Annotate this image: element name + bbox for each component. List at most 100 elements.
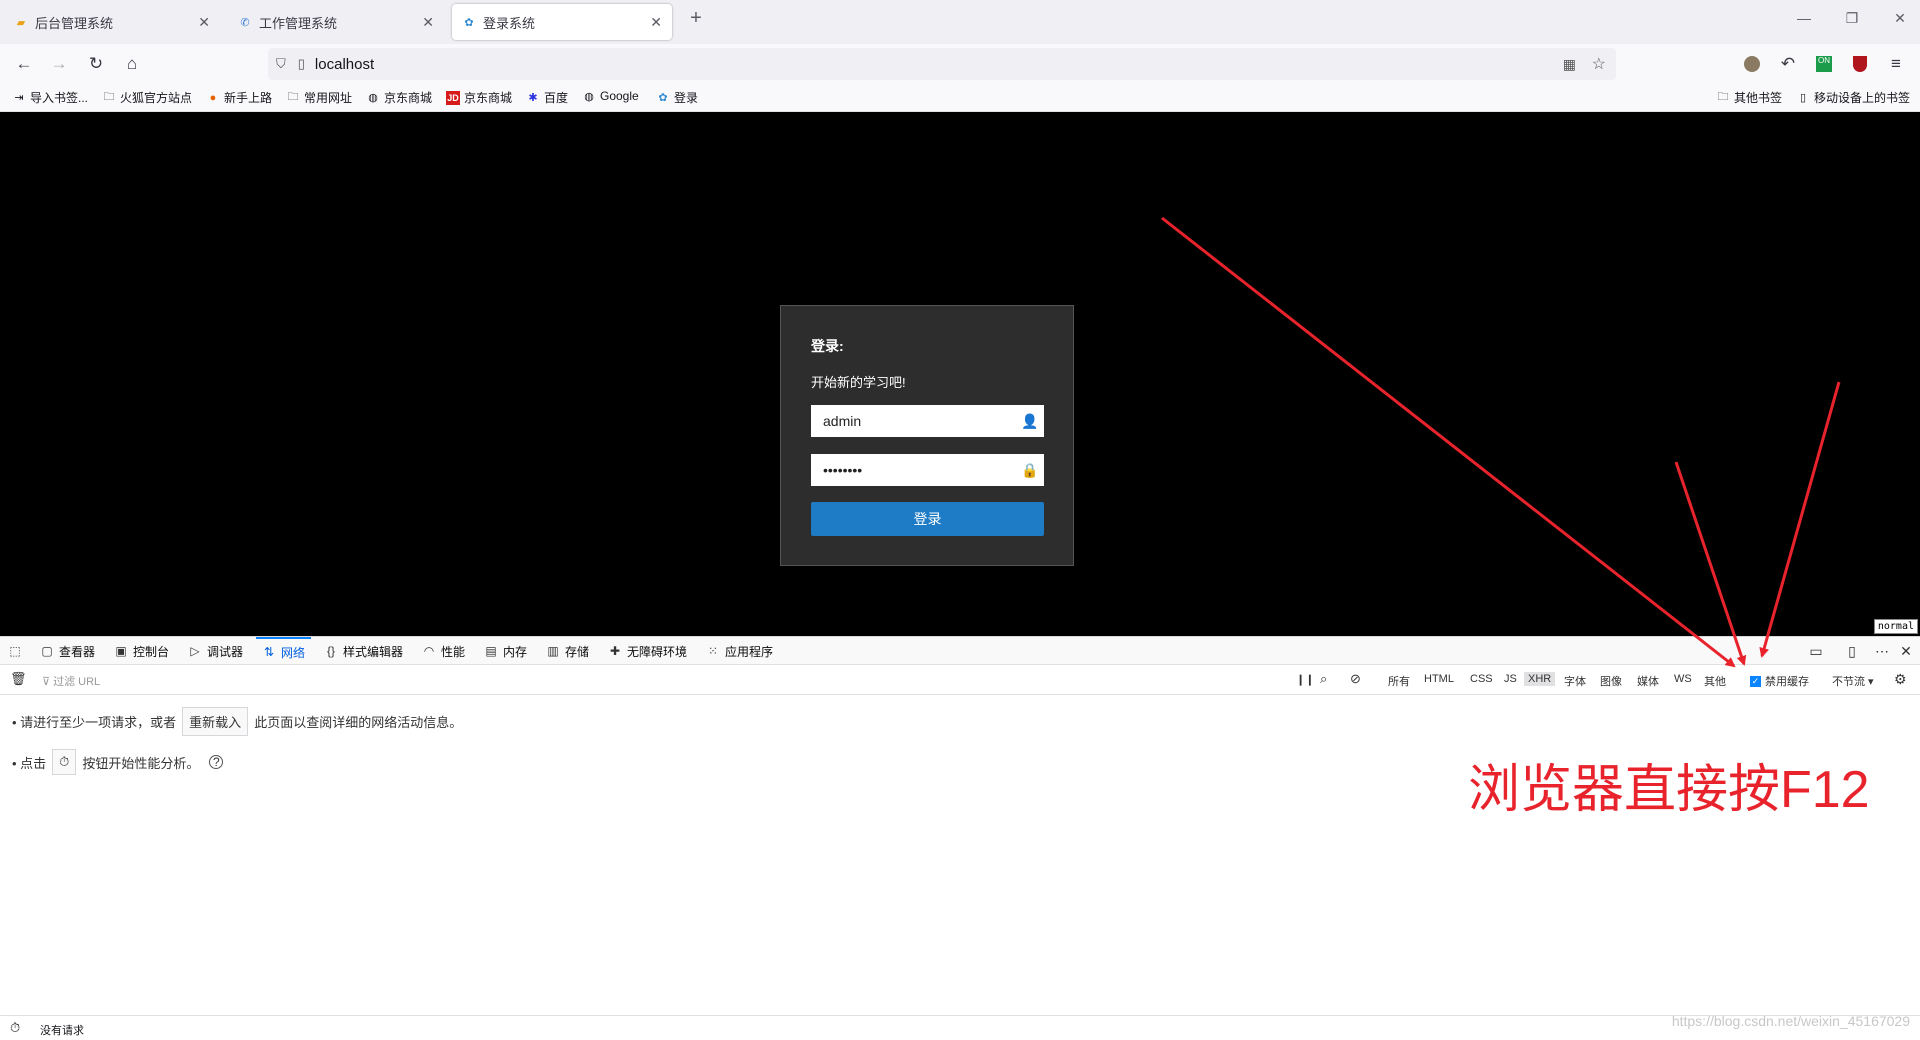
undo-icon[interactable]: ↶ xyxy=(1776,52,1800,76)
avatar[interactable] xyxy=(1740,52,1764,76)
pause-icon[interactable]: ❙❙ xyxy=(1296,673,1314,686)
ublock-icon[interactable] xyxy=(1848,52,1872,76)
jd-icon: JD xyxy=(446,90,460,105)
block-icon[interactable]: ⊘ xyxy=(1350,671,1361,687)
username-value[interactable]: admin xyxy=(823,413,1016,429)
tab-application[interactable]: ⁙ 应用程序 xyxy=(706,637,773,665)
lotus-icon: ✿ xyxy=(464,16,474,29)
login-subtitle: 开始新的学习吧! xyxy=(811,375,906,390)
filter-media[interactable]: 媒体 xyxy=(1637,673,1659,689)
tab-style-editor[interactable]: {} 样式编辑器 xyxy=(324,637,403,665)
devtools-toolbar: ⬚ ▢ 查看器 ▣ 控制台 ▷ 调试器 ⇅ 网络 {} 样式编辑器 ◠ 性能 ▤ 内存 ▥ 存储… xyxy=(0,636,1920,665)
tab-console[interactable]: ▣ 控制台 xyxy=(114,637,169,665)
bookmark-item[interactable]: ⇥ 导入书签... xyxy=(12,89,88,106)
filter-css[interactable]: CSS xyxy=(1470,673,1493,685)
stopwatch-icon[interactable]: ⏱ xyxy=(10,1020,20,1036)
bookmark-item[interactable]: 🗀 其他书签 xyxy=(1716,89,1783,106)
filter-js[interactable]: JS xyxy=(1504,673,1517,685)
dock-layout-icon[interactable]: ▭ xyxy=(1806,643,1826,660)
username-input[interactable]: admin 👤 xyxy=(811,405,1044,437)
back-button[interactable]: ← xyxy=(12,52,36,76)
help-icon[interactable]: ? xyxy=(209,755,224,769)
filter-icon: ⊽ xyxy=(42,676,54,688)
navigation-bar: ← → ↻ ⌂ ⛉ ▯ localhost ▦ ☆ ↶ ON ≡ xyxy=(0,44,1920,84)
password-input[interactable]: •••••••• 🔒 xyxy=(811,454,1044,486)
window-close-button[interactable]: ✕ xyxy=(1886,10,1914,27)
phone-icon: ✆ xyxy=(240,16,250,29)
annotation-text: 浏览器直接按F12 xyxy=(1468,761,1870,819)
close-icon[interactable]: ✕ xyxy=(422,14,434,31)
tab-label: 应用程序 xyxy=(725,644,774,659)
pick-element-button[interactable]: ⬚ xyxy=(8,637,27,665)
bookmark-item[interactable]: ◍ Google xyxy=(582,89,639,103)
url-bar[interactable]: ⛉ ▯ localhost ▦ ☆ xyxy=(268,48,1616,80)
browser-tab-2[interactable]: ✆ 工作管理系统 ✕ xyxy=(228,4,444,40)
tab-label: 查看器 xyxy=(59,644,96,659)
start-profiling-button[interactable]: ⏱ xyxy=(52,749,77,775)
close-devtools-icon[interactable]: ✕ xyxy=(1896,643,1916,660)
bookmark-item[interactable]: ✱ 百度 xyxy=(526,89,568,106)
url-text[interactable]: localhost xyxy=(315,56,374,73)
accessibility-icon: ✚ xyxy=(609,644,621,658)
close-icon[interactable]: ✕ xyxy=(198,14,210,31)
inspector-icon: ▢ xyxy=(41,644,53,658)
tab-bar: ▰ 后台管理系统 ✕ ✆ 工作管理系统 ✕ ✿ 登录系统 ✕ + — ❐ ✕ xyxy=(0,0,1920,44)
filter-all[interactable]: 所有 xyxy=(1388,673,1410,689)
tab-accessibility[interactable]: ✚ 无障碍环境 xyxy=(608,637,687,665)
bookmarks-toolbar: ⇥ 导入书签... 🗀 火狐官方站点 ● 新手上路 🗀 常用网址 ◍ 京东商城 JD 京东商… xyxy=(0,84,1920,112)
reload-page-button[interactable]: 重新载入 xyxy=(182,707,249,736)
filter-xhr[interactable]: XHR xyxy=(1524,672,1556,686)
new-tab-button[interactable]: + xyxy=(682,7,710,30)
gear-icon[interactable]: ⚙ xyxy=(1894,671,1907,688)
forward-button[interactable]: → xyxy=(47,52,71,76)
star-icon[interactable]: ☆ xyxy=(1592,54,1606,74)
throttle-select[interactable]: 不节流 ▾ xyxy=(1832,673,1874,689)
mode-tag: normal xyxy=(1873,619,1918,634)
bookmark-label: 导入书签... xyxy=(30,91,89,105)
tab-storage[interactable]: ▥ 存储 xyxy=(546,637,589,665)
password-value[interactable]: •••••••• xyxy=(823,462,1016,478)
bookmark-item[interactable]: ● 新手上路 xyxy=(206,89,272,106)
bookmark-item[interactable]: 🗀 常用网址 xyxy=(286,89,353,106)
tab-title: 工作管理系统 xyxy=(259,15,338,31)
browser-tab-1[interactable]: ▰ 后台管理系统 ✕ xyxy=(4,4,220,40)
mobile-icon: ▯ xyxy=(1799,92,1807,104)
network-icon: ⇅ xyxy=(263,645,275,659)
filter-fonts[interactable]: 字体 xyxy=(1564,673,1586,689)
tab-memory[interactable]: ▤ 内存 xyxy=(484,637,527,665)
qr-code-icon[interactable]: ▦ xyxy=(1563,56,1576,73)
disable-cache-checkbox[interactable]: ✓ 禁用缓存 xyxy=(1750,673,1809,689)
tab-network[interactable]: ⇅ 网络 xyxy=(256,637,312,665)
browser-tab-3[interactable]: ✿ 登录系统 ✕ xyxy=(452,4,672,40)
empty-message-2: • 点击 ⏱ 按钮开始性能分析。 ? xyxy=(12,749,224,775)
storage-icon: ▥ xyxy=(547,644,559,658)
pick-element-icon: ⬚ xyxy=(9,644,21,658)
close-icon[interactable]: ✕ xyxy=(650,14,662,31)
filter-images[interactable]: 图像 xyxy=(1600,673,1622,689)
minimize-button[interactable]: — xyxy=(1790,10,1818,26)
extension-on-icon[interactable]: ON xyxy=(1812,52,1836,76)
bookmark-item[interactable]: ✿ 登录 xyxy=(656,89,698,106)
filter-html[interactable]: HTML xyxy=(1424,673,1454,685)
bookmark-item[interactable]: ◍ 京东商城 xyxy=(366,89,432,106)
bookmark-item[interactable]: JD 京东商城 xyxy=(446,89,512,106)
reload-button[interactable]: ↻ xyxy=(84,52,108,76)
search-icon[interactable]: ⌕ xyxy=(1320,671,1327,687)
responsive-mode-icon[interactable]: ▯ xyxy=(1842,643,1862,660)
filter-other[interactable]: 其他 xyxy=(1704,673,1726,689)
login-button[interactable]: 登录 xyxy=(811,502,1044,536)
tab-inspector[interactable]: ▢ 查看器 xyxy=(40,637,95,665)
restore-button[interactable]: ❐ xyxy=(1838,10,1866,27)
tab-performance[interactable]: ◠ 性能 xyxy=(422,637,465,665)
filter-ws[interactable]: WS xyxy=(1674,673,1692,685)
menu-icon[interactable]: ≡ xyxy=(1884,52,1908,76)
trash-icon[interactable]: 🗑 xyxy=(10,671,27,687)
more-options-icon[interactable]: ⋯ xyxy=(1872,643,1892,660)
filter-url-input[interactable]: ⊽ 过滤 URL xyxy=(42,673,100,689)
tab-debugger[interactable]: ▷ 调试器 xyxy=(188,637,243,665)
bookmark-item[interactable]: ▯ 移动设备上的书签 xyxy=(1796,89,1910,106)
shield-icon[interactable]: ⛉ xyxy=(276,56,286,72)
bookmark-item[interactable]: 🗀 火狐官方站点 xyxy=(102,89,193,106)
home-button[interactable]: ⌂ xyxy=(120,52,144,76)
tab-title: 登录系统 xyxy=(483,15,536,31)
